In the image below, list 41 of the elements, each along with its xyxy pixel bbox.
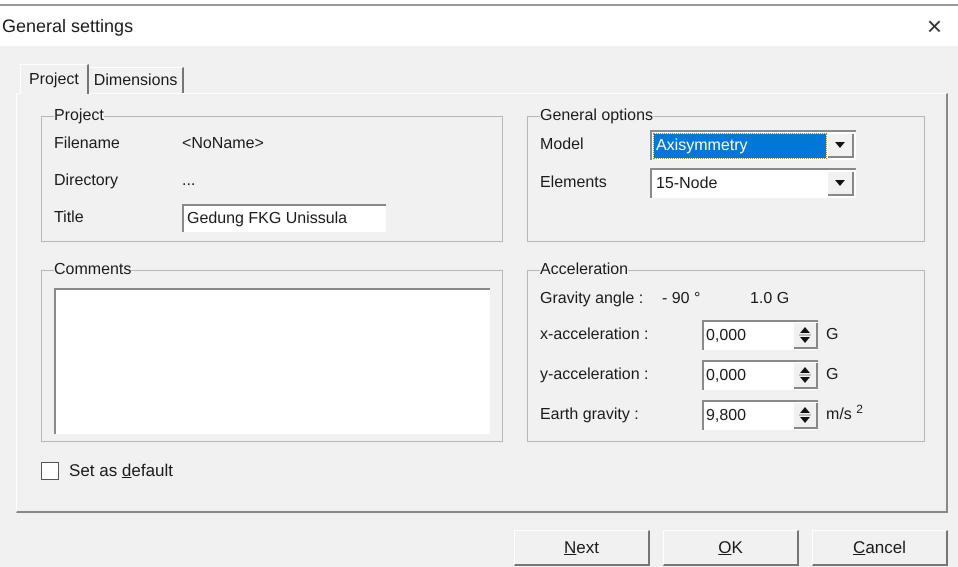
tab[interactable]: Project [20, 64, 89, 94]
dropdown[interactable]: Axisymmetry [650, 130, 856, 160]
field-label: Directory [54, 170, 120, 190]
spin-field[interactable]: 0,000 [702, 320, 818, 350]
caret-icon [835, 142, 845, 148]
close-button[interactable]: × [918, 13, 950, 39]
field-label: x-acceleration : [540, 325, 650, 345]
unit-label: m/s $^{2}$ [826, 403, 863, 425]
comments-field[interactable] [54, 288, 490, 434]
gravity-angle-value: - 90 ° [661, 289, 702, 309]
unit-label: G [826, 325, 838, 345]
field-value: <NoName> [182, 134, 264, 154]
window-title: General settings [2, 14, 134, 38]
field-label: Filename [54, 134, 121, 154]
spin-arrows-icon [799, 366, 811, 384]
spin-field[interactable]: 9,800 [702, 400, 818, 430]
field-label: Earth gravity : [540, 405, 640, 425]
tab[interactable]: Dimensions [88, 67, 184, 93]
group-title: General options [540, 106, 653, 126]
field-value: ... [182, 170, 196, 190]
dialog-button[interactable]: Cancel [812, 530, 948, 566]
dropdown[interactable]: 15-Node [650, 168, 856, 198]
gravity-angle-label: Gravity angle : [540, 289, 644, 309]
caret-icon [835, 180, 845, 186]
field-label: Elements [540, 173, 608, 193]
group-title: Project [54, 106, 104, 126]
spin-field[interactable]: 0,000 [702, 360, 818, 390]
group-title: Acceleration [540, 260, 628, 280]
checkbox-label[interactable]: Set as default [69, 458, 173, 484]
checkbox[interactable] [41, 462, 59, 480]
field-label: y-acceleration : [540, 365, 650, 385]
field-label: Model [540, 135, 585, 155]
unit-label: G [826, 365, 838, 385]
dialog-button[interactable]: Next [514, 530, 650, 566]
spin-arrows-icon [799, 406, 811, 424]
title-field[interactable]: Gedung FKG Unissula [182, 204, 386, 232]
dialog-button[interactable]: OK [663, 530, 799, 566]
group-title: Comments [54, 260, 132, 280]
spin-arrows-icon [799, 326, 811, 344]
field-label: Title [54, 208, 85, 228]
gravity-value: 1.0 G [750, 289, 790, 309]
